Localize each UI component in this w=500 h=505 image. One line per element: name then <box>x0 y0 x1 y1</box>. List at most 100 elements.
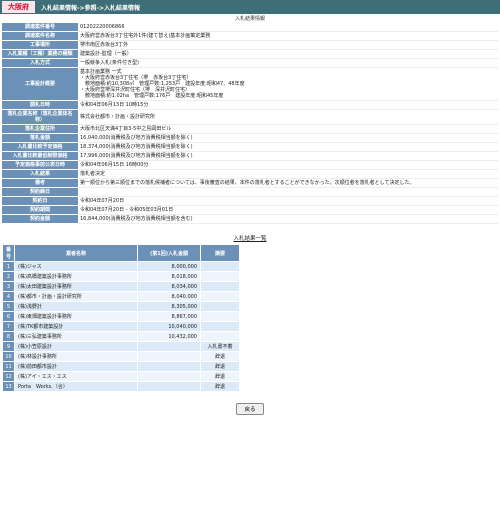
table-row: 2 (株)高橋建築設計事務所 8,018,000 <box>2 271 240 282</box>
detail-row: 工事設計概要 基本計画業務 一式 ・大阪府営赤坂台3丁住宅（堺 赤坂台3丁住宅） … <box>2 67 498 101</box>
row-number: 11 <box>2 361 15 372</box>
table-row: 4 (株)都市・計画・設計研究所 8,040,000 <box>2 291 240 302</box>
detail-row: 落札企業住所 大阪市北区天満4丁目3-5中之島岡田ビル <box>2 124 498 134</box>
detail-label: 調達案件名称 <box>2 31 78 41</box>
detail-value: 基本計画業務 一式 ・大阪府営赤坂台3丁住宅（堺 赤坂台3丁住宅） 敷地面積:約… <box>78 67 498 101</box>
bid-result-list-table: 番号 業者名称 (第1回)入札金額 摘要 1 (株)ジャス 8,000,000 2 (株… <box>2 244 240 392</box>
detail-value: 株式会社都市・計画・設計研究所 <box>78 109 498 125</box>
detail-row: 契約金額 16,844,000(消費税及び地方消費税相当額を含む) <box>2 214 498 224</box>
detail-value: 令和04年06月13日 10時15分 <box>78 100 498 110</box>
remark <box>200 291 240 302</box>
back-button[interactable]: 戻る <box>236 403 264 415</box>
detail-value: 大阪市北区天満4丁目3-5中之島岡田ビル <box>78 124 498 134</box>
company-name: (株)高橋建築設計事務所 <box>14 271 138 282</box>
company-name: (株)アイ・エス・エス <box>14 371 138 382</box>
remark <box>200 271 240 282</box>
detail-label: 契約金額 <box>2 214 78 224</box>
bid-amount: 8,305,000 <box>137 301 201 312</box>
detail-value <box>78 187 498 197</box>
row-number: 12 <box>2 371 15 382</box>
detail-label: 工事設計概要 <box>2 67 78 101</box>
detail-label: 落札企業名称（落札企業体名称） <box>2 109 78 125</box>
detail-label: 落札企業住所 <box>2 124 78 134</box>
col-header-remark: 摘要 <box>200 244 240 262</box>
bid-amount <box>137 341 201 352</box>
bid-amount <box>137 381 201 392</box>
detail-section-title: 入札結果情報 <box>234 16 265 22</box>
detail-label: 落札金額 <box>2 133 78 143</box>
row-number: 10 <box>2 351 15 362</box>
table-row: 11 (株)前田都市設計 辞退 <box>2 361 240 372</box>
detail-value: 建築設計-監理（一般） <box>78 49 498 59</box>
detail-label: 開札日時 <box>2 100 78 110</box>
company-name: (株)都市・計画・設計研究所 <box>14 291 138 302</box>
detail-label: 備考 <box>2 178 78 188</box>
bid-amount: 8,018,000 <box>137 271 201 282</box>
company-name: (株)東畑建築設計事務所 <box>14 311 138 322</box>
row-number: 13 <box>2 381 15 392</box>
company-name: (株)林設計事務所 <box>14 351 138 362</box>
bid-amount <box>137 351 201 362</box>
company-name: (株)浅野計 <box>14 301 138 312</box>
detail-row: 契約日 令和04年07月20日 <box>2 196 498 206</box>
remark <box>200 331 240 342</box>
row-number: 8 <box>2 331 15 342</box>
detail-row: 入札業種（工種）業務の種類 建築設計-監理（一般） <box>2 49 498 59</box>
remark <box>200 261 240 272</box>
company-name: (株)前田都市設計 <box>14 361 138 372</box>
detail-label: 契約締日 <box>2 187 78 197</box>
row-number: 3 <box>2 281 15 292</box>
detail-value: 01202220006866 <box>78 23 498 32</box>
bid-list-title: 入札結果一覧 <box>233 236 267 242</box>
table-row: 1 (株)ジャス 8,000,000 <box>2 261 240 272</box>
detail-row: 契約期間 令和04年07月20日 - 令和05年03月01日 <box>2 205 498 215</box>
detail-label: 予定価格事前公表日時 <box>2 160 78 170</box>
detail-row: 工事場所 堺市南区赤坂台3丁外 <box>2 40 498 50</box>
detail-label: 契約期間 <box>2 205 78 215</box>
bid-amount: 8,034,000 <box>137 281 201 292</box>
table-row: 9 (株)小笠原設計 入札書不着 <box>2 341 240 352</box>
table-row: 8 (株)三弘建築事務所 10,432,000 <box>2 331 240 342</box>
detail-value: 17,996,000(消費税及び地方消費税相当額を除く) <box>78 151 498 161</box>
detail-value: 令和04年06月15日 16時00分 <box>78 160 498 170</box>
detail-row: 入札書比較最低制限価格 17,996,000(消費税及び地方消費税相当額を除く) <box>2 151 498 161</box>
detail-value: 18,374,000(消費税及び地方消費税相当額を除く) <box>78 142 498 152</box>
detail-row: 入札結果 落札者決定 <box>2 169 498 179</box>
remark: 辞退 <box>200 351 240 362</box>
remark <box>200 301 240 312</box>
detail-row: 落札金額 16,040,000(消費税及び地方消費税相当額を除く) <box>2 133 498 143</box>
detail-row: 備考 第一順位から第三順位までの落札候補者については、事後審査の結果、本件の落札者… <box>2 178 498 188</box>
detail-row: 契約締日 <box>2 187 498 197</box>
bid-result-detail-table: 調達案件番号 01202220006866 調達案件名称 大阪府営赤坂台3丁住宅外1件… <box>2 23 498 224</box>
company-name: (株)小笠原設計 <box>14 341 138 352</box>
prefecture-logo: 大阪府 <box>2 1 35 13</box>
table-row: 10 (株)林設計事務所 辞退 <box>2 351 240 362</box>
remark: 辞退 <box>200 371 240 382</box>
remark <box>200 281 240 292</box>
bid-amount <box>137 361 201 372</box>
detail-label: 工事場所 <box>2 40 78 50</box>
table-row: 6 (株)東畑建築設計事務所 8,867,000 <box>2 311 240 322</box>
detail-value: 令和04年07月20日 <box>78 196 498 206</box>
top-bar: 大阪府 入札結果情報->参照->入札結果情報 <box>0 0 500 14</box>
row-number: 1 <box>2 261 15 272</box>
row-number: 5 <box>2 301 15 312</box>
detail-label: 入札方式 <box>2 58 78 68</box>
detail-value: 第一順位から第三順位までの落札候補者については、事後審査の結果、本件の落札者とす… <box>78 178 498 188</box>
col-header-company: 業者名称 <box>14 244 138 262</box>
detail-row: 開札日時 令和04年06月13日 10時15分 <box>2 100 498 110</box>
detail-row: 調達案件番号 01202220006866 <box>2 23 498 32</box>
company-name: (株)太田建築設計事務所 <box>14 281 138 292</box>
table-row: 13 Porta Works.（合） 辞退 <box>2 381 240 392</box>
detail-row: 落札企業名称（落札企業体名称） 株式会社都市・計画・設計研究所 <box>2 109 498 125</box>
breadcrumb: 入札結果情報->参照->入札結果情報 <box>41 4 141 12</box>
list-header-row: 番号 業者名称 (第1回)入札金額 摘要 <box>2 244 240 262</box>
detail-row: 入札方式 一般競争入札(条件付き型) <box>2 58 498 68</box>
remark: 入札書不着 <box>200 341 240 352</box>
detail-label: 契約日 <box>2 196 78 206</box>
remark: 辞退 <box>200 381 240 392</box>
detail-label: 入札業種（工種）業務の種類 <box>2 49 78 59</box>
table-row: 7 (株)TK都市建築設計 10,040,000 <box>2 321 240 332</box>
row-number: 2 <box>2 271 15 282</box>
table-row: 5 (株)浅野計 8,305,000 <box>2 301 240 312</box>
